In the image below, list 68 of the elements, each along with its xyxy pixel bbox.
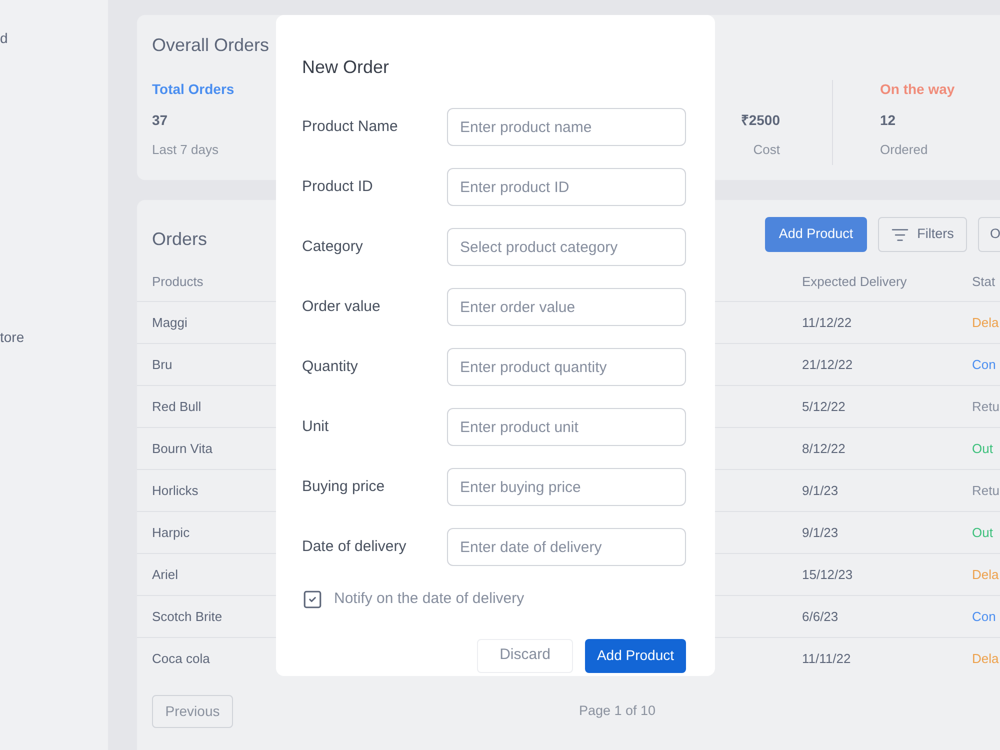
input-field[interactable]: Enter product ID: [447, 168, 686, 206]
table-cell: 21/12/22: [802, 356, 853, 372]
header-button[interactable]: O: [978, 217, 1000, 252]
field-label: Unit: [302, 418, 329, 435]
column-header: Expected Delivery: [802, 274, 907, 288]
table-cell: Ariel: [152, 566, 178, 582]
table-cell: Red Bull: [152, 398, 202, 414]
table-cell: Maggi: [152, 314, 188, 330]
stat-heading: Total Orders: [152, 80, 234, 98]
field-label: Product ID: [302, 178, 373, 195]
table-cell: Bru: [152, 356, 172, 372]
table-cell: 5/12/22: [802, 398, 846, 414]
table-cell: 11/11/22: [802, 651, 851, 666]
card-title: Overall Orders: [152, 34, 270, 56]
field-label: Date of delivery: [302, 538, 406, 555]
table-cell: Horlicks: [152, 482, 198, 498]
input-field[interactable]: Enter product name: [447, 108, 686, 146]
table-cell: Coca cola: [152, 651, 210, 666]
stat-heading: On the way: [880, 80, 955, 98]
status-text: Con: [972, 356, 996, 372]
status-text: Dela: [972, 651, 999, 666]
status-text: Retu: [972, 398, 1000, 414]
page-indicator: Page 1 of 10: [579, 702, 656, 720]
table-cell: 11/12/22: [802, 314, 852, 330]
table-cell: 9/1/23: [802, 524, 838, 540]
dialog-title: New Order: [302, 56, 390, 79]
checkbox-label: Notify on the date of delivery: [334, 589, 524, 609]
stat-value: 12: [880, 111, 896, 129]
checkbox[interactable]: [302, 588, 323, 610]
stat-value: ₹2500: [740, 111, 780, 129]
table-cell: 6/6/23: [802, 608, 838, 624]
field-label: Product Name: [302, 118, 398, 135]
column-header: Stat: [972, 274, 996, 288]
stat-value: 37: [152, 111, 168, 129]
status-text: Dela: [972, 314, 999, 330]
input-field[interactable]: Enter date of delivery: [447, 528, 686, 566]
status-text: Out: [972, 524, 993, 540]
status-text: Retu: [972, 482, 1000, 498]
add-product-button[interactable]: Add Product: [765, 217, 867, 252]
table-cell: Bourn Vita: [152, 440, 212, 456]
status-text: Dela: [972, 566, 999, 582]
discard-button[interactable]: Discard: [477, 638, 573, 672]
input-field[interactable]: Enter order value: [447, 288, 686, 326]
input-field[interactable]: Enter product unit: [447, 408, 686, 446]
input-field[interactable]: Select product category: [447, 228, 686, 266]
field-label: Buying price: [302, 478, 385, 495]
sidebar-link[interactable]: tore: [0, 328, 24, 346]
stat-caption: Ordered: [880, 142, 928, 158]
status-text: Con: [972, 608, 996, 624]
table-cell: Harpic: [152, 524, 190, 540]
table-cell: Scotch Brite: [152, 608, 222, 624]
stat-caption: Last 7 days: [152, 142, 218, 158]
add-product-button[interactable]: Add Product: [585, 638, 686, 672]
field-label: Order value: [302, 298, 380, 315]
field-label: Quantity: [302, 358, 358, 375]
sidebar-link[interactable]: d: [0, 29, 8, 47]
table-cell: 9/1/23: [802, 482, 838, 498]
filters-button[interactable]: Filters: [878, 217, 967, 252]
card-title: Orders: [152, 228, 208, 250]
column-header: Products: [152, 274, 204, 288]
stat-caption: Cost: [753, 142, 780, 158]
previous-button[interactable]: Previous: [152, 695, 233, 728]
input-field[interactable]: Enter buying price: [447, 468, 686, 506]
field-label: Category: [302, 238, 363, 255]
input-field[interactable]: Enter product quantity: [447, 348, 686, 386]
table-cell: 8/12/22: [802, 440, 846, 456]
status-text: Out: [972, 440, 993, 456]
table-cell: 15/12/23: [802, 566, 853, 582]
